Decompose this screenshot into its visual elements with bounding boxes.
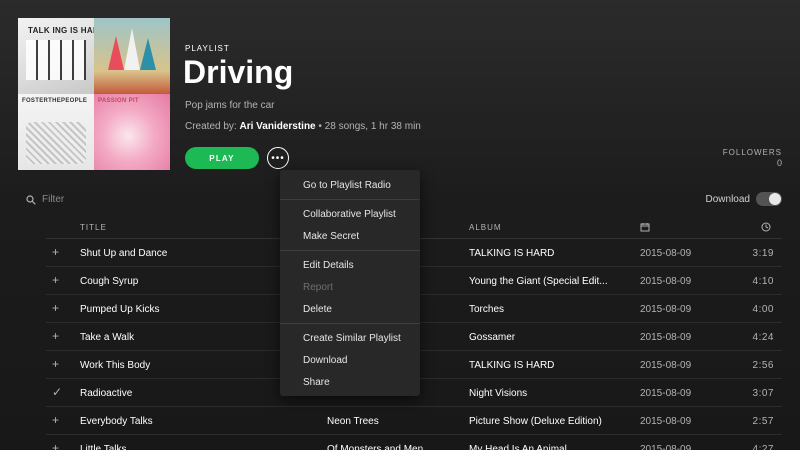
track-row[interactable]: + Everybody Talks Neon Trees Picture Show (… — [46, 407, 782, 435]
cover-tile-talking-is-hard: TALK ING IS HARD — [18, 18, 94, 94]
toggle-knob — [769, 193, 781, 205]
add-track-icon[interactable]: + — [52, 246, 59, 258]
add-track-icon[interactable]: + — [52, 358, 59, 370]
track-duration: 2:57 — [752, 416, 774, 427]
add-track-icon[interactable]: + — [52, 330, 59, 342]
track-added-date: 2015-08-09 — [640, 444, 692, 450]
cover-tile-art — [26, 122, 86, 164]
playlist-context-menu: Go to Playlist Radio Collaborative Playl… — [280, 170, 420, 396]
track-duration: 2:56 — [752, 360, 774, 371]
track-title[interactable]: Everybody Talks — [80, 416, 153, 427]
track-album[interactable]: Night Visions — [469, 388, 527, 399]
menu-item-share[interactable]: Share — [280, 371, 420, 393]
download-label: Download — [705, 194, 750, 205]
track-row[interactable]: + Little Talks Of Monsters and Men My Head … — [46, 435, 782, 450]
track-added-date: 2015-08-09 — [640, 332, 692, 343]
created-by-label: Created by: — [185, 121, 237, 132]
add-track-icon[interactable]: + — [52, 414, 59, 426]
search-icon — [26, 194, 36, 205]
column-header-title[interactable]: TITLE — [80, 223, 107, 232]
add-track-icon[interactable]: + — [52, 274, 59, 286]
playlist-meta: Created by: Ari Vaniderstine • 28 songs,… — [185, 121, 421, 132]
playlist-stats: • 28 songs, 1 hr 38 min — [318, 121, 421, 132]
cover-tile-sails — [94, 18, 170, 94]
ellipsis-icon: ••• — [271, 152, 285, 164]
followers-label: FOLLOWERS — [722, 148, 782, 157]
track-album[interactable]: Young the Giant (Special Edit... — [469, 276, 608, 287]
track-duration: 4:24 — [752, 332, 774, 343]
menu-item-report: Report — [303, 281, 334, 293]
track-album[interactable]: Picture Show (Deluxe Edition) — [469, 416, 602, 427]
track-added-date: 2015-08-09 — [640, 416, 692, 427]
add-track-icon[interactable]: + — [52, 442, 59, 450]
added-check-icon[interactable]: ✓ — [52, 386, 62, 398]
cover-tile-text: TALK ING IS HARD — [28, 26, 94, 35]
calendar-icon[interactable] — [640, 222, 650, 232]
track-added-date: 2015-08-09 — [640, 360, 692, 371]
track-album[interactable]: Torches — [469, 304, 504, 315]
track-title[interactable]: Work This Body — [80, 360, 150, 371]
play-button[interactable]: PLAY — [185, 147, 259, 169]
menu-separator — [280, 250, 420, 251]
track-title[interactable]: Pumped Up Kicks — [80, 304, 159, 315]
track-duration: 3:19 — [752, 248, 774, 259]
menu-separator — [280, 323, 420, 324]
menu-separator — [280, 199, 420, 200]
filter-box[interactable] — [26, 194, 162, 205]
track-artist[interactable]: Of Monsters and Men — [327, 444, 423, 450]
more-options-button[interactable]: ••• — [267, 147, 289, 169]
menu-item-create-similar[interactable]: Create Similar Playlist — [280, 327, 420, 349]
column-header-album[interactable]: ALBUM — [469, 223, 502, 232]
owner-link[interactable]: Ari Vaniderstine — [239, 121, 315, 132]
track-album[interactable]: Gossamer — [469, 332, 515, 343]
track-added-date: 2015-08-09 — [640, 248, 692, 259]
track-title[interactable]: Take a Walk — [80, 332, 134, 343]
menu-item-collaborative[interactable]: Collaborative Playlist — [280, 203, 420, 225]
track-artist[interactable]: Neon Trees — [327, 416, 379, 427]
track-added-date: 2015-08-09 — [640, 304, 692, 315]
track-added-date: 2015-08-09 — [640, 388, 692, 399]
menu-item-playlist-radio[interactable]: Go to Playlist Radio — [280, 174, 420, 196]
sail-shape — [140, 38, 156, 70]
cover-tile-text: FOSTERTHEPEOPLE — [22, 98, 88, 104]
track-title[interactable]: Radioactive — [80, 388, 132, 399]
menu-item-delete[interactable]: Delete — [280, 298, 420, 320]
followers-count: 0 — [776, 158, 782, 168]
add-track-icon[interactable]: + — [52, 302, 59, 314]
track-title[interactable]: Shut Up and Dance — [80, 248, 167, 259]
playlist-description: Pop jams for the car — [185, 100, 275, 111]
track-duration: 4:10 — [752, 276, 774, 287]
playlist-type-label: PLAYLIST — [185, 44, 230, 53]
track-duration: 4:00 — [752, 304, 774, 315]
playlist-title: Driving — [183, 54, 294, 90]
track-title[interactable]: Little Talks — [80, 444, 127, 450]
sail-shape — [108, 36, 124, 70]
track-album[interactable]: TALKING IS HARD — [469, 248, 554, 259]
cover-tile-gossamer: PASSION PIT — [94, 94, 170, 170]
cover-tile-torches: FOSTERTHEPEOPLE — [18, 94, 94, 170]
track-duration: 3:07 — [752, 388, 774, 399]
cover-tile-text: PASSION PIT — [98, 98, 139, 104]
track-album[interactable]: My Head Is An Animal — [469, 444, 567, 450]
track-added-date: 2015-08-09 — [640, 276, 692, 287]
track-title[interactable]: Cough Syrup — [80, 276, 138, 287]
menu-item-download[interactable]: Download — [280, 349, 420, 371]
track-duration: 4:27 — [752, 444, 774, 450]
menu-item-edit-details[interactable]: Edit Details — [280, 254, 420, 276]
filter-input[interactable] — [42, 194, 162, 205]
track-album[interactable]: TALKING IS HARD — [469, 360, 554, 371]
download-toggle[interactable] — [756, 192, 782, 206]
menu-item-make-secret[interactable]: Make Secret — [280, 225, 420, 247]
cover-tile-art — [26, 40, 86, 80]
clock-icon[interactable] — [761, 222, 771, 232]
sail-shape — [124, 28, 140, 70]
playlist-cover[interactable]: TALK ING IS HARD FOSTERTHEPEOPLE PASSION… — [18, 18, 170, 170]
